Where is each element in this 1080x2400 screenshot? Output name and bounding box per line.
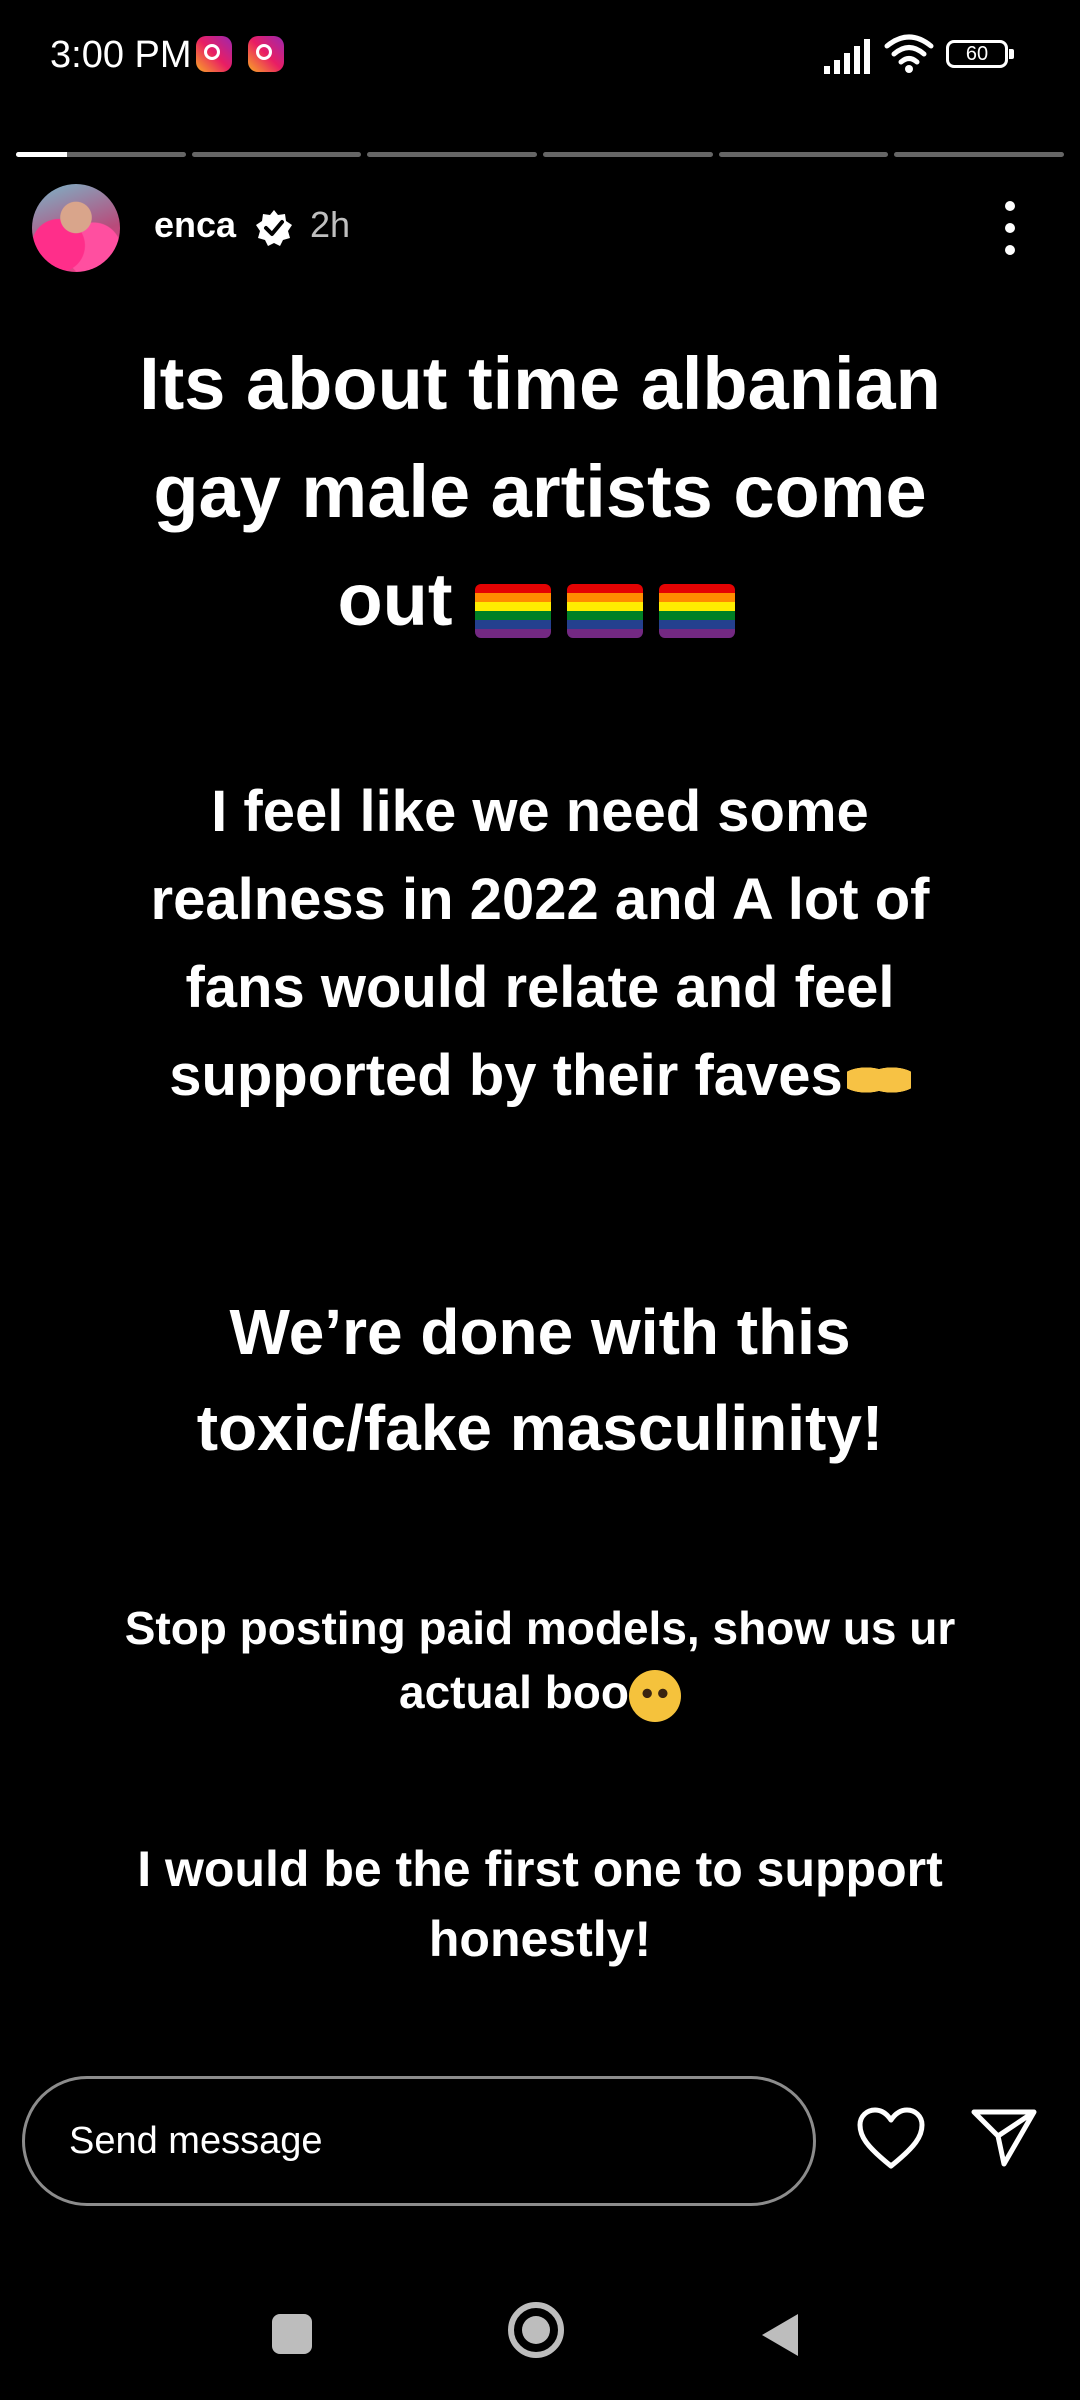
verified-badge-icon	[256, 210, 292, 246]
rainbow-flags	[467, 551, 743, 659]
story-progress	[16, 152, 1065, 157]
post-time: 2h	[310, 204, 351, 245]
signal-icon	[824, 39, 870, 74]
status-time: 3:00 PM	[50, 34, 192, 76]
send-message-placeholder: Send message	[69, 2120, 323, 2162]
system-nav-bar	[0, 2290, 1080, 2400]
text-line: We’re done with this	[229, 1296, 851, 1368]
text-line: I feel like we need some	[211, 779, 869, 844]
pleading-face-icon	[629, 1669, 682, 1722]
rainbow-flag-icon	[566, 583, 643, 638]
text-line-with-flags: out	[0, 546, 1080, 659]
progress-segment	[191, 152, 362, 157]
more-options-icon[interactable]	[1000, 198, 1020, 258]
progress-segment	[718, 152, 889, 157]
text-line: gay male artists come	[153, 450, 927, 533]
story-text-block-5: I would be the first one to support hone…	[0, 1834, 1080, 1974]
story-text-block-2: I feel like we need some realness in 202…	[0, 768, 1080, 1120]
heart-icon[interactable]	[856, 2106, 926, 2172]
text-line: Stop posting paid models, show us ur	[124, 1602, 956, 1654]
progress-segment	[367, 152, 538, 157]
progress-segment	[16, 152, 186, 157]
rainbow-flag-icon	[474, 583, 551, 638]
rainbow-flag-icon	[658, 583, 735, 638]
text-line: fans would relate and feel	[185, 955, 895, 1020]
avatar[interactable]	[32, 184, 120, 272]
text-line: I would be the first one to support	[137, 1841, 943, 1897]
username[interactable]: enca	[154, 204, 236, 246]
battery-icon: 60	[946, 40, 1014, 68]
text-line: honestly!	[428, 1911, 652, 1967]
back-icon[interactable]	[758, 2310, 802, 2360]
instagram-icon	[196, 36, 232, 72]
progress-segment-fill	[16, 152, 67, 157]
text-line: actual boo	[398, 1666, 630, 1718]
text-line-with-emoji: actual boo	[0, 1660, 1080, 1724]
status-bar: 3:00 PM 60	[0, 0, 1080, 110]
send-message-input[interactable]: Send message	[22, 2076, 816, 2206]
story-header: enca 2h	[32, 184, 1052, 274]
instagram-icon	[248, 36, 284, 72]
story-text-block-1: Its about time albanian gay male artists…	[0, 330, 1080, 659]
recents-icon[interactable]	[272, 2314, 312, 2354]
story-text-block-3: We’re done with this toxic/fake masculin…	[0, 1284, 1080, 1476]
text-line-with-emoji: supported by their faves	[0, 1032, 1080, 1120]
heart-hands-icon	[846, 1057, 911, 1102]
progress-segment	[543, 152, 713, 157]
text-line: supported by their faves	[169, 1043, 843, 1108]
text-line: realness in 2022 and A lot of	[150, 867, 930, 932]
text-line: Its about time albanian	[139, 342, 941, 425]
wifi-icon	[884, 34, 934, 73]
send-icon[interactable]	[970, 2106, 1038, 2168]
home-icon[interactable]	[508, 2302, 564, 2358]
progress-segment	[894, 152, 1065, 157]
text-line: toxic/fake masculinity!	[196, 1392, 884, 1464]
text-line: out	[337, 558, 453, 641]
story-text-block-4: Stop posting paid models, show us ur act…	[0, 1596, 1080, 1724]
